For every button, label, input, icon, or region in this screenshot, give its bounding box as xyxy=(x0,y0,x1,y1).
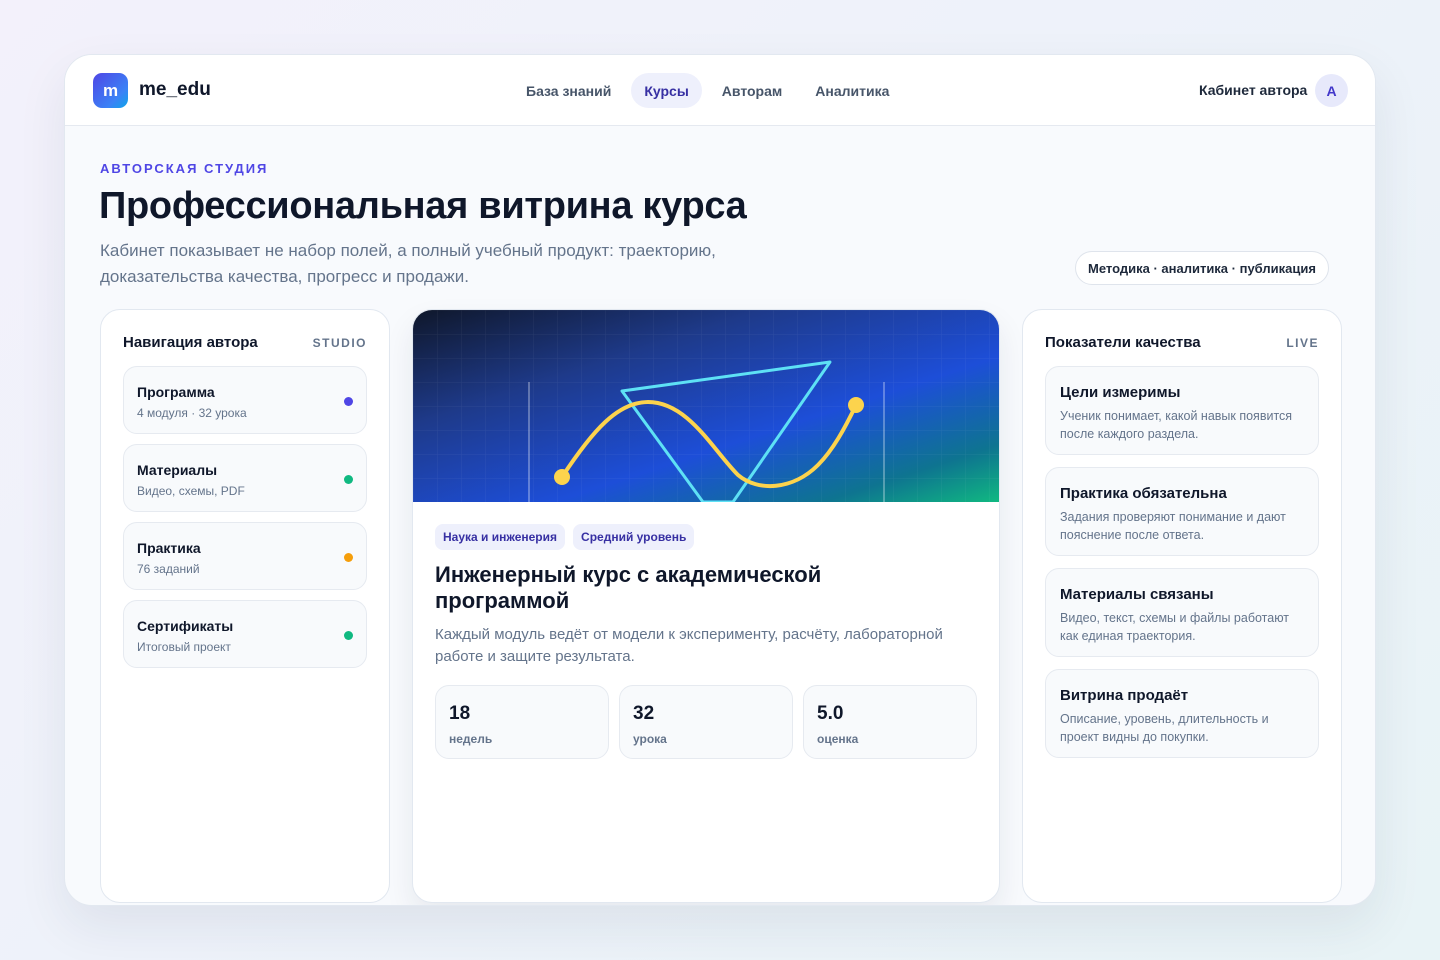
nav-item-courses[interactable]: Курсы xyxy=(631,73,702,108)
quality-description: Ученик понимает, какой навык появится по… xyxy=(1060,409,1293,441)
author-cabinet-link[interactable]: Кабинет автора xyxy=(1199,82,1307,98)
nav-card-subtitle: 4 модуля · 32 урока xyxy=(137,406,247,420)
stat-weeks: 18 недель xyxy=(435,685,609,759)
panel-tag: LIVE xyxy=(1286,336,1319,350)
status-dot xyxy=(344,397,353,406)
panel-title: Навигация автора xyxy=(123,334,258,351)
page-subtitle: Кабинет показывает не набор полей, а пол… xyxy=(100,241,716,286)
course-description: Каждый модуль ведёт от модели к эксперим… xyxy=(435,626,943,665)
course-title: Инженерный курс с академической программ… xyxy=(435,562,822,613)
author-nav-item-materials[interactable]: Материалы Видео, схемы, PDF xyxy=(123,444,367,512)
author-nav-item-practice[interactable]: Практика 76 заданий xyxy=(123,522,367,590)
category-badge: Наука и инженерия xyxy=(435,524,566,550)
app-window: m me_edu База знаний Курсы Авторам Анали… xyxy=(64,54,1376,906)
quality-item: Витрина продаёт Описание, уровень, длите… xyxy=(1045,669,1319,758)
quality-description: Задания проверяют понимание и дают поясн… xyxy=(1060,510,1286,542)
nav-card-subtitle: Итоговый проект xyxy=(137,640,231,654)
logo-icon[interactable]: m xyxy=(93,73,128,108)
top-navigation-bar: m me_edu База знаний Курсы Авторам Анали… xyxy=(65,55,1375,126)
quality-item: Цели измеримы Ученик понимает, какой нав… xyxy=(1045,366,1319,455)
nav-card-title: Сертификаты xyxy=(137,618,234,634)
status-dot xyxy=(344,631,353,640)
quality-list: Цели измеримы Ученик понимает, какой нав… xyxy=(1045,366,1319,770)
quality-title: Витрина продаёт xyxy=(1060,687,1189,704)
stat-label: оценка xyxy=(817,732,859,746)
main-nav: База знаний Курсы Авторам Аналитика xyxy=(513,73,909,108)
panel-title: Показатели качества xyxy=(1045,334,1201,351)
nav-card-title: Материалы xyxy=(137,462,218,478)
avatar[interactable]: A xyxy=(1315,74,1348,107)
nav-card-title: Практика xyxy=(137,540,201,556)
quality-title: Цели измеримы xyxy=(1060,384,1181,401)
panel-tag: STUDIO xyxy=(312,336,367,350)
course-badges: Наука и инженерия Средний уровень xyxy=(435,524,695,550)
status-dot xyxy=(344,475,353,484)
nav-card-subtitle: Видео, схемы, PDF xyxy=(137,484,245,498)
quality-item: Практика обязательна Задания проверяют п… xyxy=(1045,467,1319,556)
quality-description: Описание, уровень, длительность и проект… xyxy=(1060,712,1269,744)
nav-item-authors[interactable]: Авторам xyxy=(709,73,795,108)
stat-value: 18 xyxy=(449,703,471,724)
logo-letter: m xyxy=(102,80,119,100)
focus-chip: Методика · аналитика · публикация xyxy=(1075,251,1329,285)
level-badge: Средний уровень xyxy=(573,524,695,550)
stat-lessons: 32 урока xyxy=(619,685,793,759)
stat-value: 5.0 xyxy=(817,703,844,724)
quality-title: Практика обязательна xyxy=(1060,485,1227,502)
nav-card-subtitle: 76 заданий xyxy=(137,562,200,576)
page-title: Профессиональная витрина курса xyxy=(99,185,747,227)
course-stats: 18 недель 32 урока 5.0 оценка xyxy=(435,685,977,759)
logo-text[interactable]: me_edu xyxy=(139,79,211,101)
course-card[interactable]: Наука и инженерия Средний уровень Инжене… xyxy=(412,309,1000,903)
quality-indicators-panel: Показатели качества LIVE Цели измеримы У… xyxy=(1022,309,1342,903)
quality-item: Материалы связаны Видео, текст, схемы и … xyxy=(1045,568,1319,657)
nav-item-knowledge-base[interactable]: База знаний xyxy=(513,73,624,108)
stat-rating: 5.0 оценка xyxy=(803,685,977,759)
author-nav-item-certificates[interactable]: Сертификаты Итоговый проект xyxy=(123,600,367,668)
nav-item-analytics[interactable]: Аналитика xyxy=(802,73,902,108)
stat-value: 32 xyxy=(633,703,655,724)
author-nav-list: Программа 4 модуля · 32 урока Материалы … xyxy=(123,366,367,678)
author-nav-item-program[interactable]: Программа 4 модуля · 32 урока xyxy=(123,366,367,434)
author-navigation-panel: Навигация автора STUDIO Программа 4 моду… xyxy=(100,309,390,903)
stat-label: урока xyxy=(633,732,667,746)
quality-description: Видео, текст, схемы и файлы работают как… xyxy=(1060,611,1290,643)
section-eyebrow: АВТОРСКАЯ СТУДИЯ xyxy=(100,161,269,176)
quality-title: Материалы связаны xyxy=(1060,586,1214,603)
course-cover-illustration xyxy=(413,310,999,502)
status-dot xyxy=(344,553,353,562)
stat-label: недель xyxy=(449,732,493,746)
nav-card-title: Программа xyxy=(137,384,215,400)
